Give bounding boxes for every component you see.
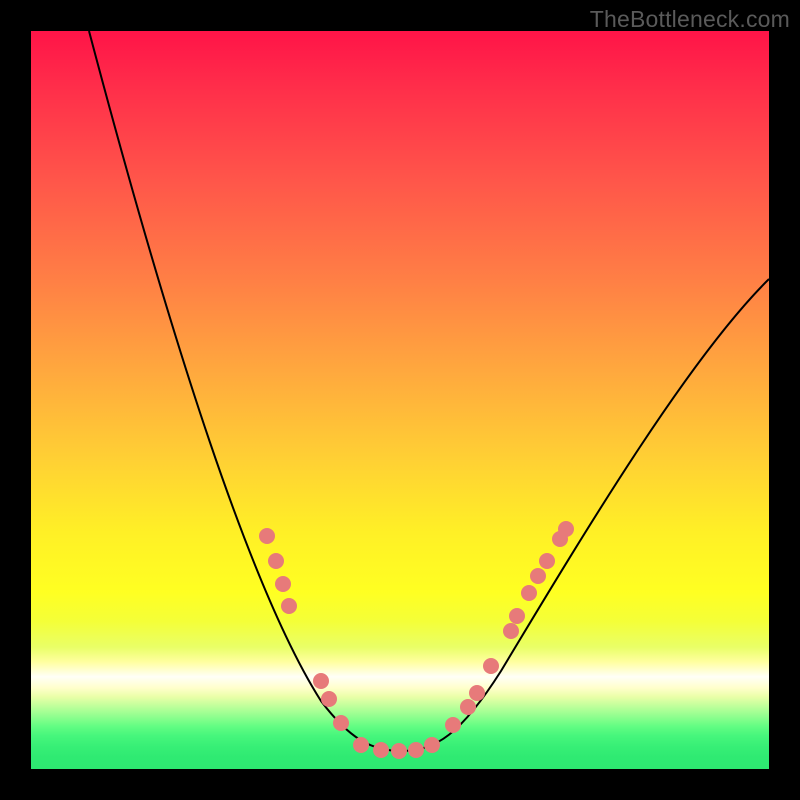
data-point (503, 623, 519, 639)
data-point (445, 717, 461, 733)
data-point (539, 553, 555, 569)
data-point (460, 699, 476, 715)
watermark-text: TheBottleneck.com (590, 6, 790, 33)
data-point (530, 568, 546, 584)
data-point (391, 743, 407, 759)
dots-layer (259, 521, 574, 759)
data-point (268, 553, 284, 569)
data-point (521, 585, 537, 601)
data-point (408, 742, 424, 758)
plot-area (31, 31, 769, 769)
chart-frame: TheBottleneck.com (0, 0, 800, 800)
data-point (483, 658, 499, 674)
data-point (373, 742, 389, 758)
curve-layer (89, 31, 769, 751)
data-point (558, 521, 574, 537)
bottleneck-curve (89, 31, 769, 751)
data-point (281, 598, 297, 614)
data-point (353, 737, 369, 753)
data-point (321, 691, 337, 707)
data-point (509, 608, 525, 624)
data-point (259, 528, 275, 544)
data-point (333, 715, 349, 731)
data-point (313, 673, 329, 689)
data-point (469, 685, 485, 701)
data-point (275, 576, 291, 592)
data-point (424, 737, 440, 753)
chart-svg (31, 31, 769, 769)
